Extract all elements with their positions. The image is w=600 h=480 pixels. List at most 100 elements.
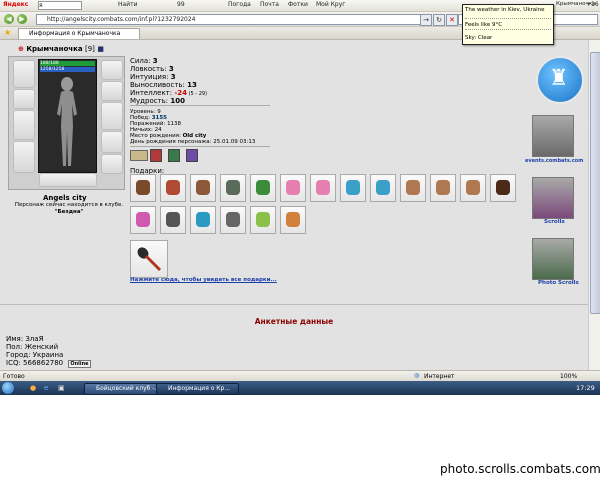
gift-item[interactable] [250,174,276,202]
badge-icon-2[interactable] [150,149,162,162]
badge-icon-4[interactable] [186,149,198,162]
zoom-level[interactable]: 100% [560,373,577,380]
profile-icq: ICQ: 566862780 Online [6,359,91,368]
badge-icon-1[interactable] [130,150,148,161]
stop-icon[interactable]: ✕ [446,14,458,26]
boots-slot[interactable] [101,154,123,174]
favorites-star-icon[interactable]: ★ [4,28,11,37]
all-gifts-link[interactable]: Нажмите сюда, чтобы увидеть все подарки.… [130,277,277,283]
task-info-page[interactable]: Информация о Кр... [156,383,239,395]
status-text: Готово [3,373,25,380]
gift-item[interactable] [310,174,336,202]
gift-icon [136,180,150,195]
link-moi-krug[interactable]: Мой Круг [316,1,345,8]
gift-item[interactable] [220,206,246,234]
gift-item[interactable] [370,174,396,202]
gift-item[interactable] [280,174,306,202]
go-icon[interactable]: → [420,14,432,26]
badge-icon-3[interactable] [168,149,180,162]
gift-item[interactable] [220,174,246,202]
gift-icon [466,180,480,195]
avatar-frame: 188/188 1258/1258 [38,59,97,173]
gift-item[interactable] [190,174,216,202]
zone-text: Интернет [424,373,455,380]
photo-scrolls-link[interactable]: Photo Scrolls [538,280,579,286]
gift-item[interactable] [190,206,216,234]
stat-strength: Сила: 3 [130,57,158,65]
mail-count[interactable]: 99 [177,1,185,8]
events-banner[interactable] [532,115,574,157]
gift-icon [376,180,390,195]
gift-item[interactable] [340,174,366,202]
gift-icon [256,212,270,227]
gift-icon [136,212,150,227]
character-name: Крымчаночка [26,45,83,53]
link-weather[interactable]: Погода [228,1,251,8]
yandex-logo[interactable]: Яндекс [3,1,28,8]
gift-item[interactable] [160,174,186,202]
photo-scrolls-banner[interactable] [532,238,574,280]
events-link[interactable]: events.combats.com [525,158,583,164]
back-arrow-icon[interactable]: ◀ [4,14,14,24]
pocket-slots[interactable] [39,173,97,187]
gift-icon [256,180,270,195]
start-orb-icon[interactable] [2,382,14,394]
yandex-find-button[interactable]: Найти [118,1,137,8]
watermark-text: photo.scrolls.combats.com [440,462,600,476]
character-level: [9] [85,45,95,53]
gift-spoon[interactable] [130,240,168,278]
clan-icon: ⊕ [18,45,24,53]
ie-icon[interactable]: e [44,384,48,392]
page-scrollbar[interactable] [588,40,600,370]
yandex-search-input[interactable]: я [38,1,82,10]
scrolls-banner[interactable] [532,177,574,219]
firefox-icon[interactable]: ● [30,384,36,392]
gift-icon [286,212,300,227]
link-photos[interactable]: Фотки [288,1,308,8]
info-icon[interactable]: ■ [97,45,104,53]
link-mail[interactable]: Почта [260,1,279,8]
gift-item[interactable] [280,206,306,234]
desktop-icon[interactable]: ▣ [58,384,65,392]
icq-online-badge[interactable]: Online [68,360,91,368]
location-place: "Бездна" [54,209,84,215]
gloves-slot[interactable] [101,131,123,153]
city-name: Angels city [43,194,87,202]
bracers-slot[interactable] [13,89,35,109]
task-combats-club[interactable]: Бойцовский клуб -... [84,383,159,395]
gift-item[interactable] [130,206,156,234]
forward-arrow-icon[interactable]: ▶ [17,14,27,24]
address-bar[interactable]: http://angelscity.combats.com/inf.pl?123… [36,14,426,25]
profile-name: Имя: ЗлаЯ [6,335,44,343]
character-silhouette-icon [57,77,77,166]
gift-icon [316,180,330,195]
gift-item[interactable] [160,206,186,234]
shield-slot[interactable] [101,102,123,130]
mana-bar: 1258/1258 [40,67,95,72]
stat-intuition: Интуиция: 3 [130,73,176,81]
gift-item[interactable] [490,174,516,202]
notification-count[interactable]: +16 [586,1,599,8]
refresh-icon[interactable]: ↻ [433,14,445,26]
bird-icon: ♜ [549,66,569,91]
helmet-slot[interactable] [13,60,35,88]
scrollbar-thumb[interactable] [590,52,600,314]
gift-item[interactable] [130,174,156,202]
stat-endurance: Выносливость: 13 [130,81,197,89]
stat-agility: Ловкость: 3 [130,65,174,73]
amulet-slot[interactable] [101,81,123,101]
hp-bar: 188/188 [40,61,95,66]
gift-icon [226,212,240,227]
gift-item[interactable] [250,206,276,234]
ring-slot[interactable] [101,60,123,80]
events-logo-icon[interactable]: ♜ [536,56,584,104]
armor-slot[interactable] [13,141,35,173]
page-content: ⊕ Крымчаночка [9] ■ 188/188 1258/1258 An… [0,40,588,370]
weapon-slot[interactable] [13,110,35,140]
gift-item[interactable] [400,174,426,202]
tab-active[interactable]: Информация о Крымчаночка [18,28,140,39]
gift-item[interactable] [430,174,456,202]
gift-item[interactable] [460,174,486,202]
gift-icon [286,180,300,195]
scrolls-link[interactable]: Scrolls [544,219,565,225]
